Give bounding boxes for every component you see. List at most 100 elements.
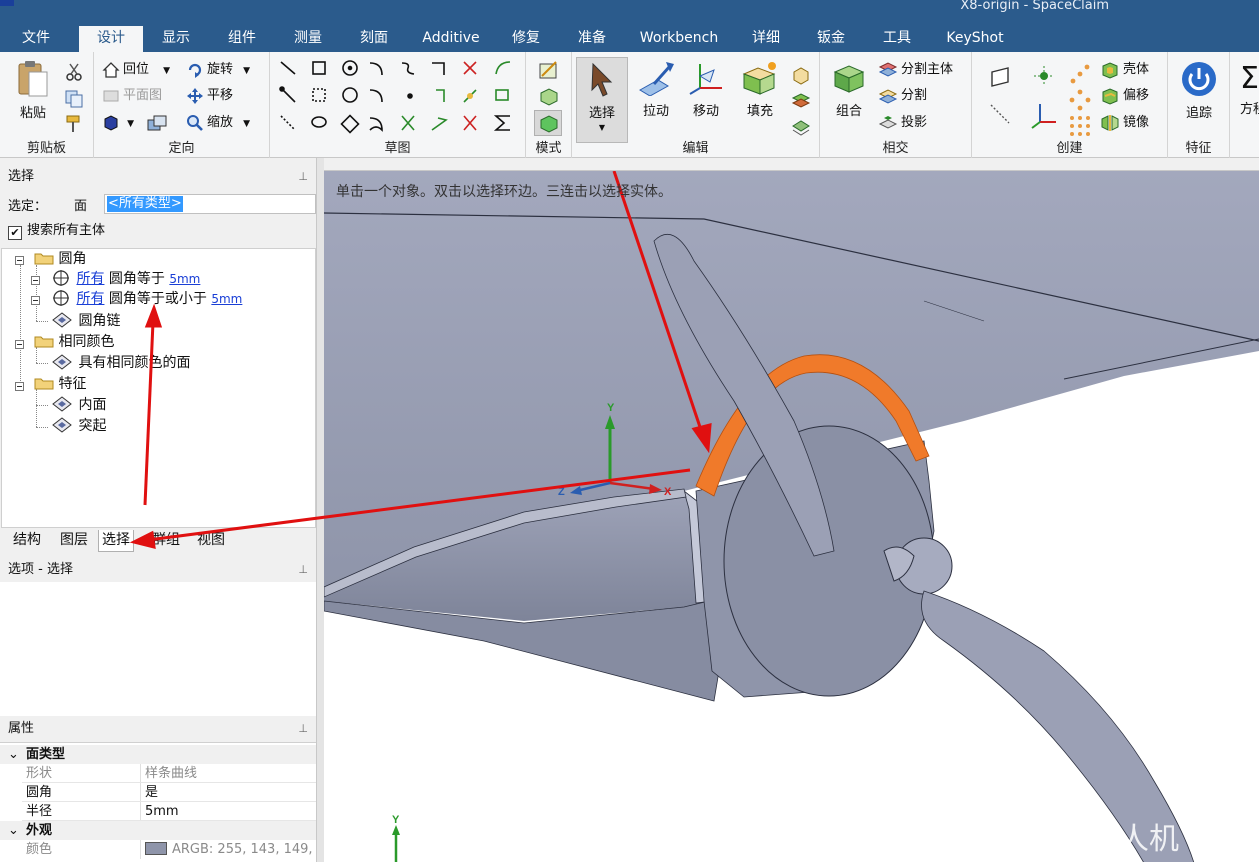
- collapse-chevron-icon[interactable]: ⌄: [8, 821, 19, 840]
- plane-icon[interactable]: [988, 64, 1012, 88]
- tree-fillet-group[interactable]: 圆角: [34, 249, 86, 269]
- tab-additive[interactable]: Additive: [416, 26, 486, 52]
- tree-fillet-less-equal[interactable]: 所有 圆角等于或小于 5mm: [52, 289, 242, 309]
- zoom-dropdown-icon[interactable]: ▼: [243, 119, 250, 129]
- select-tool-button[interactable]: 选择 ▼: [576, 57, 628, 143]
- select-dropdown-icon[interactable]: ▼: [577, 123, 627, 132]
- 3d-mode-button[interactable]: [534, 110, 562, 136]
- tab-keyshot[interactable]: KeyShot: [940, 26, 1010, 52]
- tab-file[interactable]: 文件: [10, 26, 62, 52]
- tab-tools[interactable]: 工具: [871, 26, 923, 52]
- tree-protrusion[interactable]: 突起: [52, 416, 106, 436]
- panel-tab-groups[interactable]: 群组: [152, 530, 180, 552]
- model-canvas[interactable]: Y X Z Y: [324, 171, 1259, 862]
- select-all-link-2[interactable]: 所有: [76, 291, 104, 307]
- selection-type-combo[interactable]: <所有类型>: [104, 194, 316, 214]
- section-mode-icon[interactable]: [538, 86, 560, 108]
- pin-icon[interactable]: ⊥: [298, 166, 308, 188]
- tab-assembly[interactable]: 组件: [216, 26, 268, 52]
- quick-access-icon[interactable]: [0, 0, 14, 6]
- paste-button[interactable]: 粘贴: [10, 60, 56, 121]
- tab-display[interactable]: 显示: [150, 26, 202, 52]
- cube-dropdown-icon[interactable]: ▼: [127, 119, 134, 129]
- tab-measure[interactable]: 测量: [282, 26, 334, 52]
- panel-tab-layers[interactable]: 图层: [60, 530, 88, 552]
- move-tool-button[interactable]: 移动: [682, 60, 730, 119]
- prop-row-color[interactable]: 颜色 ARGB: 255, 143, 149,: [0, 840, 316, 859]
- panel-tab-structure[interactable]: 结构: [13, 530, 41, 552]
- panel-splitter[interactable]: [316, 158, 324, 862]
- equation-button[interactable]: Σ 方程: [1236, 60, 1259, 117]
- panel-tab-views[interactable]: 视图: [197, 530, 225, 552]
- search-all-checkbox[interactable]: ✔: [8, 226, 22, 240]
- combine-button[interactable]: 组合: [828, 60, 870, 119]
- fillet-le-expander[interactable]: [31, 296, 40, 305]
- fillet-eq-expander[interactable]: [31, 276, 40, 285]
- fillet-less-equal-value-link[interactable]: 5mm: [211, 292, 242, 306]
- prop-row-fillet[interactable]: 圆角 是: [0, 783, 316, 802]
- origin-icon[interactable]: [1032, 64, 1056, 88]
- prop-category-appearance[interactable]: ⌄ 外观: [0, 821, 316, 840]
- pull-tool-button[interactable]: 拉动: [632, 60, 680, 119]
- point-pattern-icon[interactable]: [1068, 62, 1092, 86]
- tab-sheet-metal[interactable]: 钣金: [805, 26, 857, 52]
- format-painter-icon[interactable]: [64, 114, 84, 134]
- fillet-group-expander[interactable]: [15, 256, 24, 265]
- prop-row-shape[interactable]: 形状 样条曲线: [0, 764, 316, 783]
- tree-same-color-faces[interactable]: 具有相同颜色的面: [52, 353, 190, 373]
- tree-fillet-equal[interactable]: 所有 圆角等于 5mm: [52, 269, 200, 289]
- tree-fillet-chain[interactable]: 圆角链: [52, 311, 120, 331]
- cut-icon[interactable]: [64, 62, 84, 82]
- search-all-bodies-row[interactable]: ✔ 搜索所有主体: [8, 222, 105, 242]
- circular-pattern-icon[interactable]: [1068, 88, 1092, 112]
- 3d-viewport[interactable]: Y X Z Y 单击一个对象。双击以选择环边。三连击以选择实体。 无人机: [324, 170, 1259, 862]
- home-button[interactable]: 回位 ▼: [102, 59, 170, 81]
- view-cube-button[interactable]: ▼: [102, 112, 171, 134]
- title-bar: X8-origin - SpaceClaim: [0, 0, 1259, 22]
- spin-button[interactable]: 旋转 ▼: [186, 59, 250, 81]
- grid-pattern-icon[interactable]: [1068, 114, 1092, 138]
- panel-tab-selection[interactable]: 选择: [98, 530, 134, 552]
- select-all-link-1[interactable]: 所有: [76, 271, 104, 287]
- tab-design[interactable]: 设计: [79, 26, 143, 52]
- split-button[interactable]: 分割: [878, 85, 927, 107]
- tree-feature-group[interactable]: 特征: [34, 374, 86, 394]
- sketch-mode-icon[interactable]: [538, 60, 560, 82]
- pan-button[interactable]: 平移: [186, 85, 233, 107]
- tab-prepare[interactable]: 准备: [566, 26, 618, 52]
- coordinate-system-icon[interactable]: [1030, 102, 1058, 130]
- zoom-button[interactable]: 缩放 ▼: [186, 112, 250, 134]
- tab-workbench[interactable]: Workbench: [636, 26, 722, 52]
- fill-tool-button[interactable]: 填充: [734, 60, 786, 119]
- view-layout-icon[interactable]: [146, 114, 168, 132]
- replace-icon[interactable]: [790, 90, 812, 112]
- tab-detail[interactable]: 详细: [740, 26, 792, 52]
- pin-icon[interactable]: ⊥: [298, 559, 308, 581]
- prop-row-radius[interactable]: 半径 5mm: [0, 802, 316, 821]
- fillet-equal-value-link[interactable]: 5mm: [169, 272, 200, 286]
- tab-repair[interactable]: 修复: [500, 26, 552, 52]
- axis-icon[interactable]: [988, 102, 1012, 126]
- project-button[interactable]: 投影: [878, 112, 927, 134]
- shell-button[interactable]: 壳体: [1100, 59, 1149, 81]
- sketch-tools-icons[interactable]: [278, 58, 522, 138]
- mirror-button[interactable]: 镜像: [1100, 112, 1149, 134]
- collapse-chevron-icon[interactable]: ⌄: [8, 745, 19, 764]
- copy-icon[interactable]: [64, 88, 84, 108]
- home-dropdown-icon[interactable]: ▼: [163, 66, 170, 76]
- tab-facets[interactable]: 刻面: [348, 26, 400, 52]
- tree-same-color-group[interactable]: 相同颜色: [34, 332, 114, 352]
- same-color-expander[interactable]: [15, 340, 24, 349]
- plane-view-button[interactable]: 平面图: [102, 85, 162, 107]
- split-body-button[interactable]: 分割主体: [878, 59, 953, 81]
- prop-category-face-type[interactable]: ⌄ 面类型: [0, 745, 316, 764]
- tree-inner-face[interactable]: 内面: [52, 395, 106, 415]
- track-button[interactable]: 追踪: [1174, 60, 1224, 121]
- spin-dropdown-icon[interactable]: ▼: [243, 66, 250, 76]
- feature-expander[interactable]: [15, 382, 24, 391]
- tweak-face-icon[interactable]: [790, 116, 812, 138]
- offset-button[interactable]: 偏移: [1100, 85, 1149, 107]
- pin-icon[interactable]: ⊥: [298, 718, 308, 740]
- blend-icon[interactable]: [790, 64, 812, 86]
- diamond-icon: [52, 312, 72, 328]
